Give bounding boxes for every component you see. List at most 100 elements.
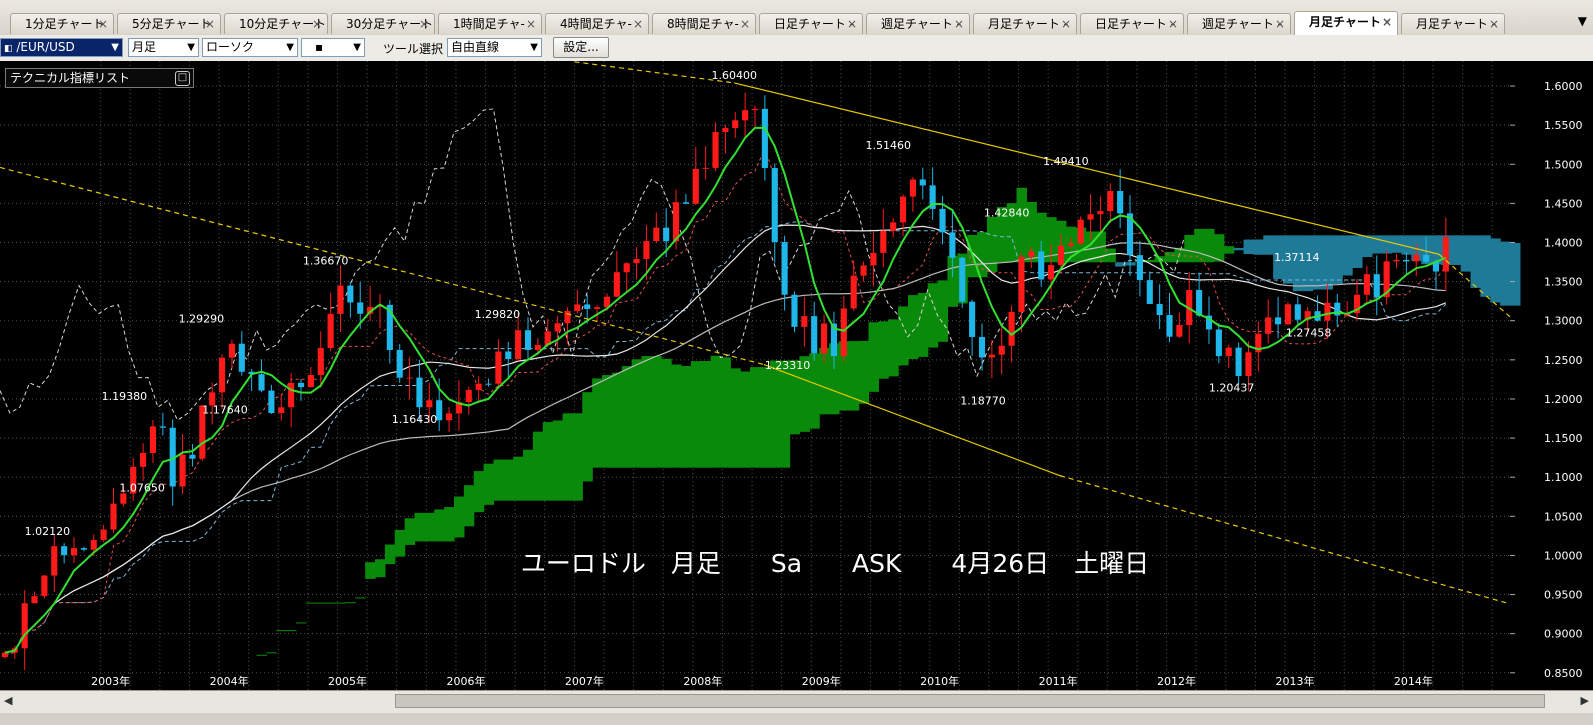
chart-title: ユーロドル 月足 Sa ASK 4月26日 土曜日	[521, 549, 1149, 578]
cloud-segment	[680, 365, 692, 468]
candle-body	[870, 252, 877, 266]
chart-style-select[interactable]: ローソク ▼	[202, 38, 298, 57]
candle-body	[534, 345, 541, 350]
candle-body	[1057, 245, 1065, 266]
tab-menu-icon[interactable]: ▼	[1578, 14, 1587, 28]
cloud-segment	[631, 359, 643, 468]
symbol-select[interactable]: ◧ /EUR/USD ▼	[0, 38, 123, 57]
tab-11[interactable]: 日足チャート - ×	[1080, 13, 1184, 34]
candle-body	[100, 529, 107, 541]
tab-4[interactable]: 30分足チャート ×	[331, 13, 435, 34]
cloud-segment	[1184, 234, 1195, 263]
close-icon[interactable]: ×	[419, 14, 429, 34]
tab-6[interactable]: 4時間足チャ- ×	[545, 13, 649, 34]
tab-9[interactable]: 週足チャート - ×	[866, 13, 970, 34]
collapse-icon[interactable]: □	[175, 71, 190, 86]
tab-label: 日足チャート -	[774, 17, 855, 31]
cloud-segment	[1342, 235, 1353, 276]
close-icon[interactable]: ×	[1275, 14, 1285, 34]
candle-body	[1294, 304, 1301, 320]
candle-body	[643, 241, 650, 260]
y-tick-label: 1.1500	[1544, 432, 1583, 445]
candle-body	[1, 652, 8, 658]
tool-select[interactable]: 自由直線 ▼	[447, 38, 542, 57]
line-style-select[interactable]: ▪ ▼	[301, 38, 365, 57]
cloud-segment	[444, 507, 455, 542]
price-annotation: 1.51460	[865, 139, 911, 152]
candle-body	[663, 227, 670, 242]
candle-body	[70, 548, 78, 556]
close-icon[interactable]: ×	[1489, 14, 1499, 34]
price-annotation: 1.27458	[1286, 327, 1332, 340]
y-tick-label: 0.9000	[1544, 628, 1583, 641]
tab-label: 月足チャート -	[1416, 17, 1497, 31]
close-icon[interactable]: ×	[1061, 14, 1071, 34]
close-icon[interactable]: ×	[633, 14, 643, 34]
y-tick-label: 1.5500	[1544, 119, 1583, 132]
candle-body	[80, 548, 87, 550]
cloud-segment	[858, 340, 870, 404]
close-icon[interactable]: ×	[312, 14, 322, 34]
candle-body	[475, 383, 482, 390]
close-icon[interactable]: ×	[740, 14, 750, 34]
cloud-segment	[532, 431, 544, 501]
candle-body	[564, 310, 571, 324]
settings-button[interactable]: 設定...	[553, 37, 609, 58]
indicator-list-panel[interactable]: テクニカル指標リスト □	[5, 68, 194, 88]
cloud-segment	[453, 496, 465, 538]
cloud-segment	[779, 360, 791, 468]
candle-body	[909, 179, 916, 197]
cloud-segment	[1510, 242, 1521, 306]
close-icon[interactable]: ×	[1168, 14, 1178, 34]
tab-5[interactable]: 1時間足チャ- ×	[438, 13, 542, 34]
cloud-segment	[266, 652, 277, 654]
close-icon[interactable]: ×	[205, 14, 215, 34]
cloud-segment	[917, 292, 929, 357]
cloud-segment	[690, 361, 702, 468]
candle-body	[485, 383, 492, 385]
tab-10[interactable]: 月足チャート - ×	[973, 13, 1077, 34]
horizontal-scrollbar[interactable]: ◀ ▶	[0, 690, 1593, 713]
tab-3[interactable]: 10分足チャート ×	[224, 13, 328, 34]
candle-body	[554, 323, 561, 332]
cloud-segment	[730, 368, 741, 468]
close-icon[interactable]: ×	[1382, 12, 1392, 33]
tab-12[interactable]: 週足チャート - ×	[1187, 13, 1291, 34]
scroll-right-icon[interactable]: ▶	[1581, 694, 1589, 707]
tab-7[interactable]: 8時間足チャ- ×	[652, 13, 756, 34]
candle-body	[1215, 329, 1222, 357]
candle-body	[1018, 256, 1025, 313]
candle-body	[1225, 347, 1232, 357]
tab-8[interactable]: 日足チャート - ×	[759, 13, 863, 34]
candle-body	[1245, 352, 1252, 377]
tab-label: 日足チャート -	[1095, 17, 1176, 31]
scroll-thumb[interactable]	[395, 694, 1545, 708]
tab-1[interactable]: 1分足チャート ×	[10, 13, 114, 34]
candle-body	[110, 503, 117, 530]
candle-body	[801, 316, 808, 327]
candle-body	[406, 377, 413, 379]
candle-body	[149, 426, 157, 453]
close-icon[interactable]: ×	[847, 14, 857, 34]
cloud-segment	[562, 413, 574, 501]
tab-2[interactable]: 5分足チャート ×	[117, 13, 221, 34]
price-annotation: 1.17640	[202, 403, 248, 416]
chevron-down-icon: ▼	[187, 42, 195, 53]
candle-body	[653, 227, 660, 242]
close-icon[interactable]: ×	[98, 14, 108, 34]
close-icon[interactable]: ×	[954, 14, 964, 34]
tab-14[interactable]: 月足チャート - ×	[1401, 13, 1505, 34]
candle-body	[297, 382, 305, 388]
cloud-segment	[483, 463, 495, 505]
candle-body	[751, 108, 759, 111]
price-annotation: 1.49410	[1043, 155, 1089, 168]
candle-body	[61, 546, 68, 556]
timeframe-select[interactable]: 月足 ▼	[128, 38, 199, 57]
chart-area[interactable]: 1.60400 1.51460 1.49410 1.42840 1.37114 1.366…	[0, 61, 1593, 690]
candle-body	[1265, 317, 1272, 334]
chevron-down-icon: ▼	[353, 42, 361, 53]
candle-body	[515, 330, 522, 360]
scroll-left-icon[interactable]: ◀	[4, 694, 12, 707]
tab-13[interactable]: 月足チャート · ×	[1294, 11, 1398, 35]
close-icon[interactable]: ×	[526, 14, 536, 34]
